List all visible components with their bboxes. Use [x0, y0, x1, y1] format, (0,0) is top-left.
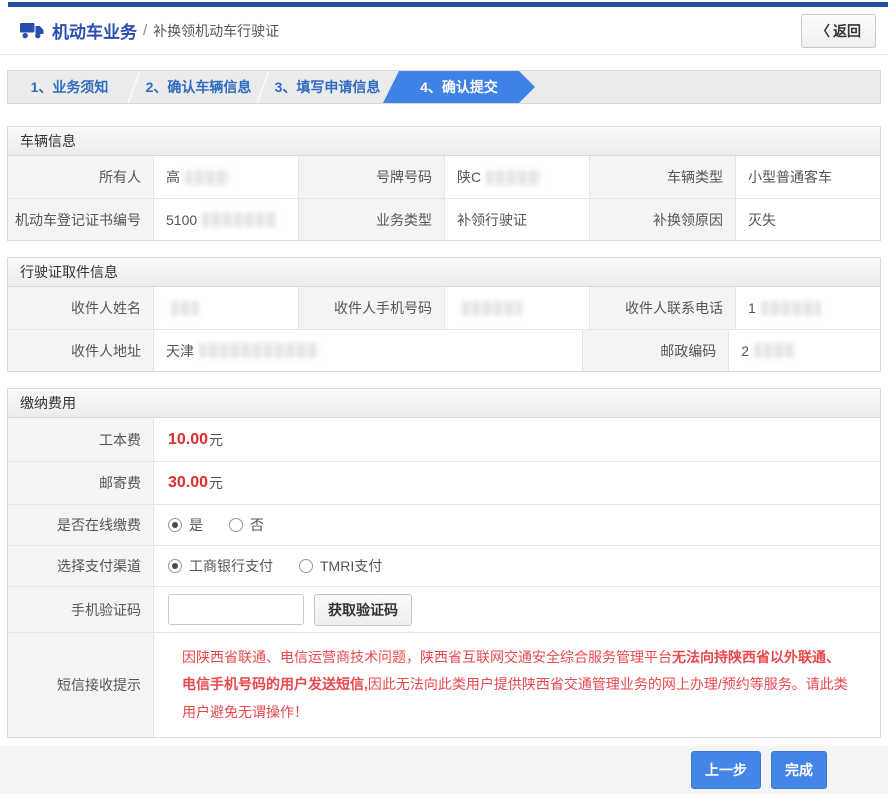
page-header: 机动车业务 / 补换领机动车行驶证 〈返回: [0, 7, 888, 55]
channel-tmri-option[interactable]: TMRI支付: [299, 556, 382, 576]
sms-notice-label: 短信接收提示: [8, 633, 154, 737]
sms-code-row: 手机验证码 获取验证码: [8, 586, 880, 632]
step-1-business-notice[interactable]: 1、业务须知: [8, 71, 131, 103]
cost-fee-amount: 10.00: [168, 431, 208, 449]
sms-code-controls: 获取验证码: [154, 587, 880, 632]
registration-no-value: 5100: [154, 199, 299, 240]
reason-value: 灭失: [736, 199, 880, 240]
redacted-blur: [185, 170, 230, 185]
vehicle-type-label: 车辆类型: [590, 156, 736, 198]
get-sms-code-button[interactable]: 获取验证码: [314, 594, 412, 626]
step-2-confirm-vehicle[interactable]: 2、确认车辆信息: [137, 71, 260, 103]
business-type-value: 补领行驶证: [445, 199, 590, 240]
table-row: 收件人姓名 收件人手机号码 收件人联系电话 1: [8, 287, 880, 329]
truck-icon: [20, 22, 44, 39]
table-row: 机动车登记证书编号 5100 业务类型 补领行驶证 补换领原因 灭失: [8, 198, 880, 240]
step-4-confirm-submit-active[interactable]: 4、确认提交: [383, 71, 535, 103]
business-type-label: 业务类型: [299, 199, 445, 240]
redacted-blur: [199, 343, 319, 358]
postal-code-value: 2: [729, 330, 880, 371]
recipient-phone-value: 1: [736, 287, 880, 329]
redacted-blur: [754, 343, 794, 358]
sms-code-label: 手机验证码: [8, 587, 154, 632]
online-pay-no-option[interactable]: 否: [229, 515, 264, 535]
footer-action-bar: 上一步 完成: [0, 746, 888, 794]
payment-panel: 缴纳费用 工本费 10.00 元 邮寄费 30.00 元 是否在线缴费 是 否 …: [7, 388, 881, 738]
vehicle-info-panel: 车辆信息 所有人 高 号牌号码 陕C 车辆类型 小型普通客车 机动车登记证书编号…: [7, 126, 881, 241]
pickup-info-panel: 行驶证取件信息 收件人姓名 收件人手机号码 收件人联系电话 1 收件人地址 天津…: [7, 257, 881, 372]
wizard-steps: 1、业务须知 2、确认车辆信息 3、填写申请信息 4、确认提交: [7, 70, 881, 104]
registration-no-label: 机动车登记证书编号: [8, 199, 154, 240]
payment-channel-label: 选择支付渠道: [8, 546, 154, 586]
vehicle-type-value: 小型普通客车: [736, 156, 880, 198]
sms-notice-text: 因陕西省联通、电信运营商技术问题，陕西省互联网交通安全综合服务管理平台无法向持陕…: [154, 633, 880, 737]
post-fee-row: 邮寄费 30.00 元: [8, 461, 880, 504]
radio-unchecked-icon[interactable]: [229, 518, 243, 532]
back-chevron-icon: 〈: [816, 23, 830, 39]
redacted-blur: [761, 301, 821, 316]
vehicle-info-title: 车辆信息: [8, 127, 880, 156]
post-fee-value: 30.00 元: [154, 462, 880, 504]
payment-channel-row: 选择支付渠道 工商银行支付 TMRI支付: [8, 545, 880, 586]
sms-notice-part1: 因陕西省联通、电信运营商技术问题，陕西省互联网交通安全综合服务管理平台: [182, 649, 672, 665]
back-button[interactable]: 〈返回: [801, 14, 876, 48]
post-fee-amount: 30.00: [168, 474, 208, 492]
post-fee-label: 邮寄费: [8, 462, 154, 504]
recipient-mobile-label: 收件人手机号码: [299, 287, 445, 329]
cost-fee-label: 工本费: [8, 418, 154, 461]
channel-icbc-option[interactable]: 工商银行支付: [168, 556, 273, 576]
redacted-blur: [462, 301, 522, 316]
owner-value: 高: [154, 156, 299, 198]
recipient-name-label: 收件人姓名: [8, 287, 154, 329]
radio-unchecked-icon[interactable]: [299, 559, 313, 573]
reason-label: 补换领原因: [590, 199, 736, 240]
finish-button[interactable]: 完成: [771, 751, 827, 789]
previous-step-button[interactable]: 上一步: [691, 751, 761, 789]
cost-fee-unit: 元: [209, 430, 223, 450]
pickup-info-title: 行驶证取件信息: [8, 258, 880, 287]
plate-label: 号牌号码: [299, 156, 445, 198]
plate-value: 陕C: [445, 156, 590, 198]
cost-fee-row: 工本费 10.00 元: [8, 418, 880, 461]
postal-code-label: 邮政编码: [583, 330, 729, 371]
table-row: 所有人 高 号牌号码 陕C 车辆类型 小型普通客车: [8, 156, 880, 198]
table-row: 收件人地址 天津 邮政编码 2: [8, 329, 880, 371]
recipient-name-value: [154, 287, 299, 329]
recipient-phone-label: 收件人联系电话: [590, 287, 736, 329]
recipient-address-label: 收件人地址: [8, 330, 154, 371]
owner-label: 所有人: [8, 156, 154, 198]
radio-checked-icon[interactable]: [168, 559, 182, 573]
step-3-fill-application[interactable]: 3、填写申请信息: [266, 71, 389, 103]
cost-fee-value: 10.00 元: [154, 418, 880, 461]
online-pay-row: 是否在线缴费 是 否: [8, 504, 880, 545]
payment-title: 缴纳费用: [8, 389, 880, 418]
post-fee-unit: 元: [209, 473, 223, 493]
sms-notice-row: 短信接收提示 因陕西省联通、电信运营商技术问题，陕西省互联网交通安全综合服务管理…: [8, 632, 880, 737]
online-pay-yes-option[interactable]: 是: [168, 515, 203, 535]
recipient-mobile-value: [445, 287, 590, 329]
breadcrumb-separator: /: [143, 22, 147, 39]
breadcrumb-subtitle: 补换领机动车行驶证: [153, 21, 279, 41]
back-button-label: 返回: [833, 23, 861, 39]
sms-code-input[interactable]: [168, 594, 304, 625]
page-title: 机动车业务: [52, 18, 137, 43]
radio-checked-icon[interactable]: [168, 518, 182, 532]
online-pay-options: 是 否: [154, 505, 880, 545]
recipient-address-value: 天津: [154, 330, 583, 371]
online-pay-label: 是否在线缴费: [8, 505, 154, 545]
redacted-blur: [486, 170, 541, 185]
redacted-blur: [202, 212, 277, 227]
redacted-blur: [171, 301, 199, 316]
payment-channel-options: 工商银行支付 TMRI支付: [154, 546, 880, 586]
